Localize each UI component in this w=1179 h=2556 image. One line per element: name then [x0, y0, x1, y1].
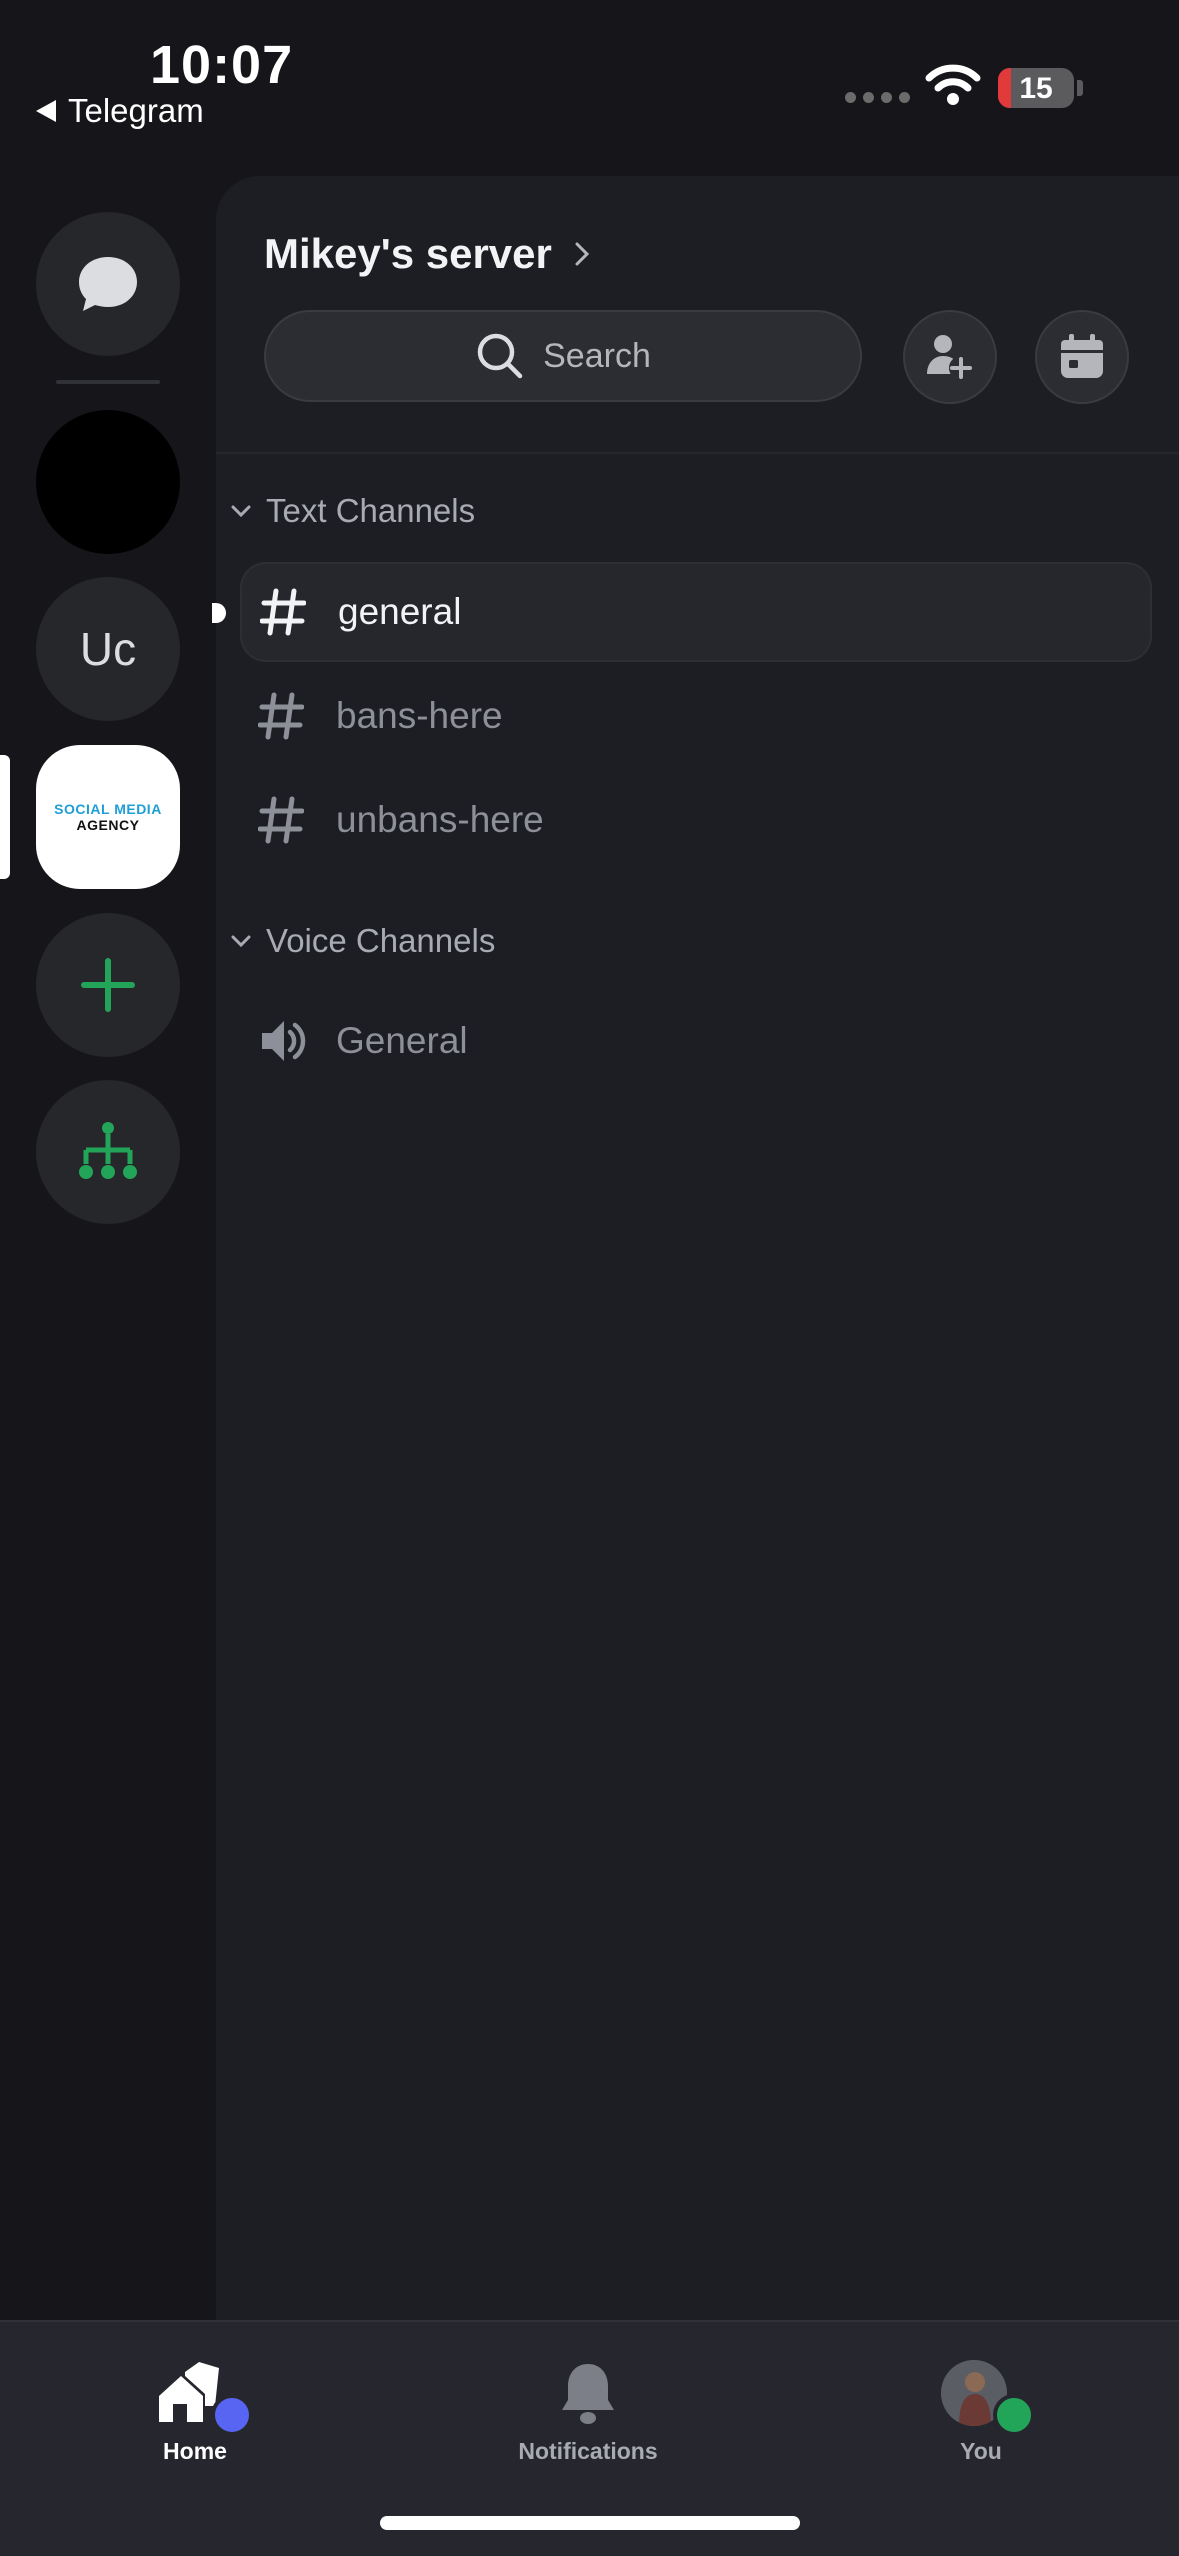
hashtag-icon	[258, 692, 304, 740]
status-bar: 10:07 Telegram 15	[0, 0, 1179, 150]
back-app-label: Telegram	[68, 92, 204, 129]
tab-label: You	[960, 2438, 1002, 2464]
direct-messages-button[interactable]	[36, 212, 180, 356]
server-icon-social-media-agency[interactable]: SOCIAL MEDIA AGENCY	[36, 745, 180, 889]
hashtag-icon	[258, 796, 304, 844]
hierarchy-icon	[79, 1122, 137, 1179]
tab-you[interactable]: You	[861, 2360, 1101, 2465]
events-button[interactable]	[1035, 310, 1129, 404]
online-status-badge	[993, 2394, 1035, 2436]
channel-unbans-here[interactable]: unbans-here	[240, 770, 1152, 870]
search-icon	[477, 333, 523, 379]
server-initials: Uc	[79, 623, 137, 675]
search-label: Search	[543, 336, 651, 375]
channel-name: General	[336, 1020, 468, 1061]
tab-home[interactable]: Home	[75, 2360, 315, 2465]
hashtag-icon	[260, 588, 306, 636]
server-header[interactable]: Mikey's server	[264, 230, 590, 278]
header-divider	[216, 452, 1179, 454]
back-arrow-icon	[36, 100, 56, 122]
server-icon-black[interactable]	[36, 410, 180, 554]
tab-label: Notifications	[518, 2438, 658, 2464]
channel-name: unbans-here	[336, 799, 544, 840]
selected-server-indicator	[0, 755, 10, 879]
server-rail: Uc SOCIAL MEDIA AGENCY	[0, 150, 216, 2320]
back-to-app[interactable]: Telegram	[36, 92, 204, 130]
wifi-icon	[925, 64, 981, 105]
channel-voice-general[interactable]: General	[240, 991, 1152, 1091]
search-button[interactable]: Search	[264, 310, 862, 402]
add-server-button[interactable]	[36, 913, 180, 1057]
channel-name: general	[338, 591, 462, 632]
category-voice-channels[interactable]: Voice Channels	[230, 922, 495, 960]
home-unread-badge	[211, 2394, 253, 2436]
discover-button[interactable]	[36, 1080, 180, 1224]
speaker-icon	[262, 1021, 306, 1061]
calendar-icon	[1061, 334, 1103, 378]
category-label: Text Channels	[266, 492, 476, 529]
category-label: Voice Channels	[266, 922, 496, 959]
channel-name: bans-here	[336, 695, 503, 736]
tab-label: Home	[163, 2438, 227, 2464]
invite-members-button[interactable]	[903, 310, 997, 404]
channel-panel: Mikey's server Search Text Channels gene…	[216, 176, 1179, 2320]
channel-general[interactable]: general	[240, 562, 1152, 662]
cellular-signal-icon	[845, 92, 910, 103]
bell-icon	[562, 2364, 614, 2424]
server-logo-text-bottom: AGENCY	[76, 817, 140, 833]
chevron-down-icon	[231, 935, 251, 948]
chat-bubble-icon	[79, 257, 137, 311]
rail-divider	[56, 380, 160, 384]
battery-icon: 15	[998, 68, 1074, 108]
clock: 10:07	[150, 35, 294, 95]
category-text-channels[interactable]: Text Channels	[230, 492, 475, 530]
plus-icon	[81, 958, 135, 1012]
server-icon-uc[interactable]: Uc	[36, 577, 180, 721]
add-user-icon	[927, 335, 973, 380]
channel-bans-here[interactable]: bans-here	[240, 666, 1152, 766]
chevron-right-icon	[575, 242, 589, 266]
server-logo-text-top: SOCIAL MEDIA	[54, 801, 162, 817]
home-indicator	[380, 2516, 800, 2530]
tab-notifications[interactable]: Notifications	[468, 2360, 708, 2465]
server-name: Mikey's server	[264, 230, 552, 277]
chevron-down-icon	[231, 505, 251, 518]
battery-level: 15	[1019, 72, 1053, 105]
